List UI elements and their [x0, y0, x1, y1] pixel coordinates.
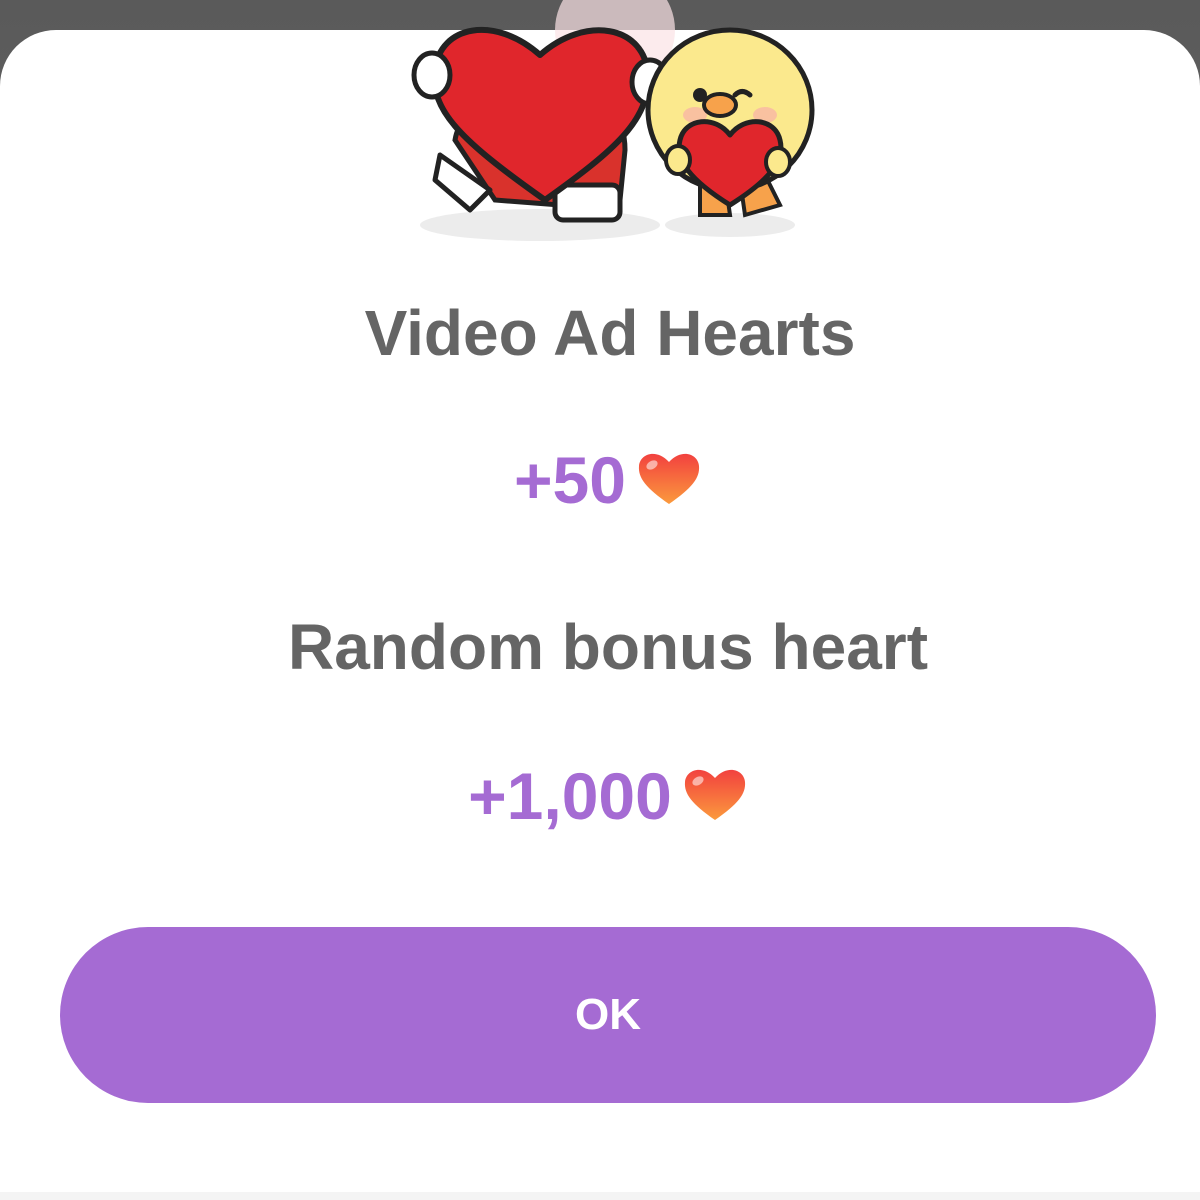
heart-icon	[638, 453, 700, 504]
reward-amount-video-ad-hearts: +50	[8, 442, 1200, 518]
reward-amount-value: +1,000	[468, 759, 672, 833]
ok-button[interactable]: OK	[60, 927, 1156, 1103]
bottom-edge	[0, 1192, 1200, 1200]
reward-dialog: Video Ad Hearts +50 Random bonus heart +…	[0, 0, 1200, 1200]
heart-characters-illustration	[411, 0, 815, 241]
reward-title-random-bonus-heart: Random bonus heart	[287, 611, 929, 683]
reward-amount-value: +50	[514, 443, 626, 517]
heart-icon	[684, 769, 745, 820]
reward-amount-random-bonus-heart: +1,000	[8, 758, 1200, 834]
reward-title-video-ad-hearts: Video Ad Hearts	[364, 297, 856, 369]
